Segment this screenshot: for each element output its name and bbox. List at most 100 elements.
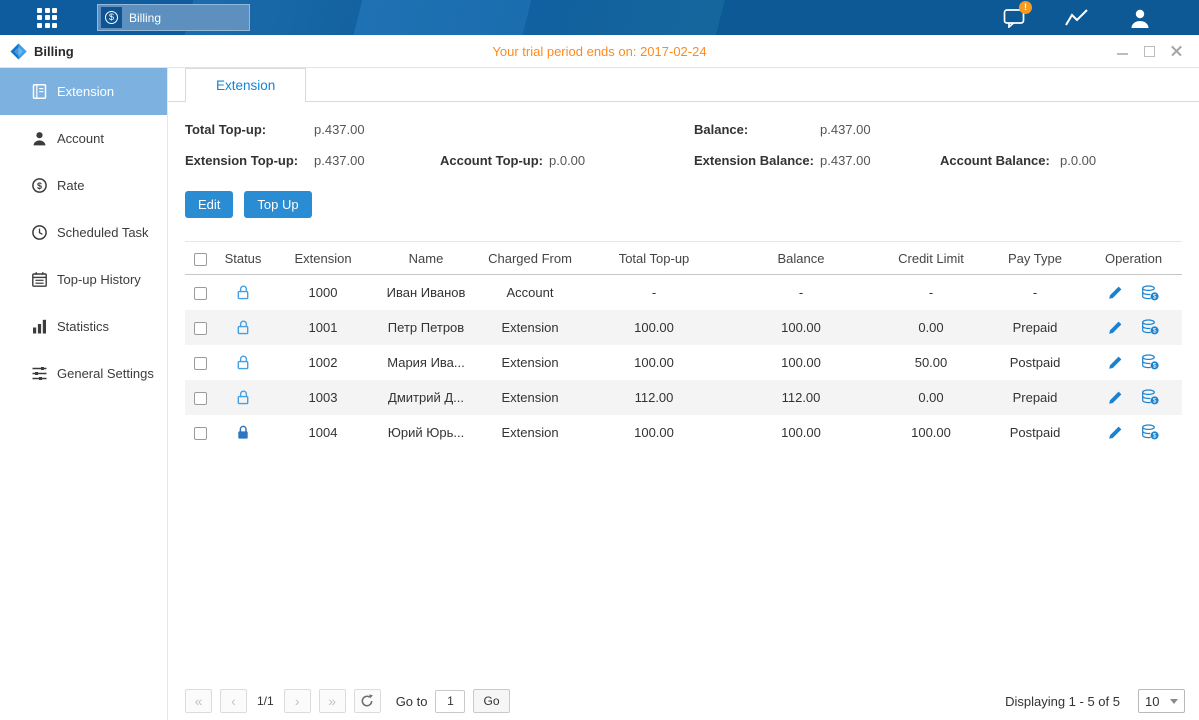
row-checkbox[interactable] <box>194 427 207 440</box>
edit-pencil-icon[interactable] <box>1108 320 1123 335</box>
pay-type-cell: Prepaid <box>985 380 1085 415</box>
status-unlocked-icon <box>236 285 250 300</box>
top-up-button[interactable]: Top Up <box>244 191 311 218</box>
go-button[interactable]: Go <box>473 689 509 713</box>
prev-page-button[interactable]: ‹ <box>220 689 247 713</box>
sidebar-item-rate[interactable]: $ Rate <box>0 162 167 209</box>
refresh-icon <box>360 694 374 708</box>
user-account-icon[interactable] <box>1127 5 1153 31</box>
status-locked-icon <box>236 425 250 440</box>
taskbar-billing-tab[interactable]: $ Billing <box>97 4 250 31</box>
row-checkbox[interactable] <box>194 322 207 335</box>
taskbar-billing-label: Billing <box>129 11 161 25</box>
sidebar-item-top-up-history[interactable]: Top-up History <box>0 256 167 303</box>
row-checkbox[interactable] <box>194 357 207 370</box>
column-header-charged-from: Charged From <box>477 242 583 275</box>
table-row: 1004 Юрий Юрь... Extension 100.00 100.00… <box>185 415 1182 450</box>
notification-badge: ! <box>1019 1 1032 14</box>
billing-logo-icon <box>10 43 27 60</box>
balance-value: p.437.00 <box>820 122 871 137</box>
last-page-button[interactable]: » <box>319 689 346 713</box>
extension-balance-label: Extension Balance: <box>694 153 820 168</box>
messages-icon[interactable]: ! <box>1001 5 1027 31</box>
bar-chart-icon <box>31 318 48 335</box>
edit-pencil-icon[interactable] <box>1108 285 1123 300</box>
column-header-extension: Extension <box>271 242 375 275</box>
total-topup-value: p.437.00 <box>314 122 365 137</box>
top-up-icon[interactable]: $ <box>1141 319 1159 335</box>
top-up-icon[interactable]: $ <box>1141 389 1159 405</box>
caret-down-icon <box>1170 699 1178 704</box>
main-content: Extension Total Top-up: p.437.00 Balance… <box>168 68 1199 720</box>
refresh-button[interactable] <box>354 689 381 713</box>
sidebar-item-label: Account <box>57 131 104 146</box>
goto-page-input[interactable] <box>435 690 465 713</box>
status-unlocked-icon <box>236 355 250 370</box>
edit-pencil-icon[interactable] <box>1108 355 1123 370</box>
tab-extension[interactable]: Extension <box>185 68 306 102</box>
page-size-value: 10 <box>1145 694 1159 709</box>
sidebar-item-account[interactable]: Account <box>0 115 167 162</box>
edit-pencil-icon[interactable] <box>1108 390 1123 405</box>
select-all-checkbox[interactable] <box>194 253 207 266</box>
total-topup-cell: 100.00 <box>583 310 725 345</box>
name-cell: Дмитрий Д... <box>375 380 477 415</box>
topbar: $ Billing ! <box>0 0 1199 35</box>
page-indicator: 1/1 <box>257 694 274 708</box>
maximize-icon[interactable] <box>1143 45 1156 58</box>
first-page-button[interactable]: « <box>185 689 212 713</box>
svg-text:$: $ <box>1153 433 1157 440</box>
charged-from-cell: Extension <box>477 310 583 345</box>
column-header-balance: Balance <box>725 242 877 275</box>
sidebar-item-statistics[interactable]: Statistics <box>0 303 167 350</box>
pay-type-cell: Prepaid <box>985 310 1085 345</box>
name-cell: Петр Петров <box>375 310 477 345</box>
sidebar-item-label: Rate <box>57 178 84 193</box>
column-header-status: Status <box>215 242 271 275</box>
total-topup-cell: 100.00 <box>583 345 725 380</box>
extension-table-wrap: Status Extension Name Charged From Total… <box>185 241 1182 450</box>
extension-topup-label: Extension Top-up: <box>185 153 314 168</box>
total-topup-label: Total Top-up: <box>185 122 314 137</box>
window-titlebar: Billing Your trial period ends on: 2017-… <box>0 35 1199 68</box>
total-topup-cell: 112.00 <box>583 380 725 415</box>
svg-text:$: $ <box>1153 328 1157 335</box>
total-topup-cell: - <box>583 275 725 310</box>
next-page-button[interactable]: › <box>284 689 311 713</box>
billing-summary: Total Top-up: p.437.00 Balance: p.437.00… <box>168 102 1199 170</box>
top-up-icon[interactable]: $ <box>1141 354 1159 370</box>
window-controls <box>1116 45 1183 58</box>
pay-type-cell: Postpaid <box>985 415 1085 450</box>
balance-cell: 100.00 <box>725 310 877 345</box>
goto-label: Go to <box>396 694 428 709</box>
dollar-icon: $ <box>105 11 118 24</box>
billing-app-icon: $ <box>101 7 122 28</box>
extension-cell: 1002 <box>271 345 375 380</box>
pay-type-cell: Postpaid <box>985 345 1085 380</box>
resource-monitor-icon[interactable] <box>1064 5 1090 31</box>
sidebar-item-scheduled-task[interactable]: Scheduled Task <box>0 209 167 256</box>
close-icon[interactable] <box>1170 45 1183 58</box>
account-balance-value: p.0.00 <box>1060 153 1096 168</box>
credit-limit-cell: 100.00 <box>877 415 985 450</box>
top-up-icon[interactable]: $ <box>1141 424 1159 440</box>
svg-text:$: $ <box>1153 293 1157 300</box>
name-cell: Мария Ива... <box>375 345 477 380</box>
rate-icon: $ <box>31 177 48 194</box>
minimize-icon[interactable] <box>1116 45 1129 58</box>
charged-from-cell: Extension <box>477 380 583 415</box>
charged-from-cell: Extension <box>477 345 583 380</box>
row-checkbox[interactable] <box>194 287 207 300</box>
sidebar-item-general-settings[interactable]: General Settings <box>0 350 167 397</box>
balance-label: Balance: <box>694 122 820 137</box>
edit-button[interactable]: Edit <box>185 191 233 218</box>
sidebar-item-extension[interactable]: Extension <box>0 68 167 115</box>
row-checkbox[interactable] <box>194 392 207 405</box>
settings-sliders-icon <box>31 365 48 382</box>
credit-limit-cell: 50.00 <box>877 345 985 380</box>
page-size-select[interactable]: 10 <box>1138 689 1185 713</box>
edit-pencil-icon[interactable] <box>1108 425 1123 440</box>
calendar-icon <box>31 271 48 288</box>
apps-grid-icon[interactable] <box>37 8 57 28</box>
top-up-icon[interactable]: $ <box>1141 285 1159 301</box>
